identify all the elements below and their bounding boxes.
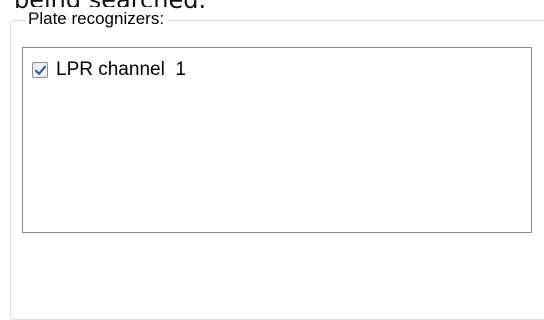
checkmark-icon: [34, 65, 46, 75]
group-caption: Plate recognizers:: [26, 7, 169, 31]
list-item[interactable]: LPR channel 1: [32, 58, 186, 82]
plate-recognizers-list[interactable]: LPR channel 1: [22, 47, 532, 233]
recognizer-label: LPR channel 1: [56, 59, 186, 80]
recognizer-checkbox[interactable]: [32, 62, 48, 78]
